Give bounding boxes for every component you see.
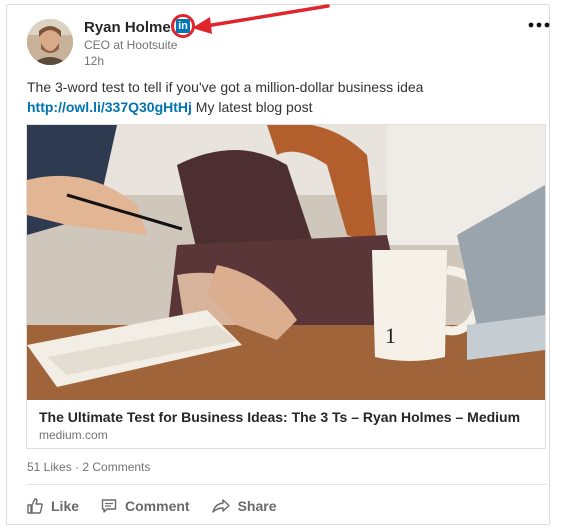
author-headline: CEO at Hootsuite — [84, 38, 178, 52]
share-icon — [211, 499, 230, 513]
share-button[interactable]: Share — [211, 498, 277, 514]
feed-post-card: Ryan Holmes in CEO at Hootsuite 12h The … — [6, 4, 550, 525]
comment-button[interactable]: Comment — [101, 498, 190, 514]
author-name[interactable]: Ryan Holmes — [84, 19, 179, 36]
more-options-icon[interactable] — [527, 15, 551, 35]
article-preview[interactable]: 1 The Ultimate Test for Business Ideas: … — [26, 124, 546, 449]
share-label: Share — [237, 498, 277, 514]
article-title[interactable]: The Ultimate Test for Business Ideas: Th… — [39, 409, 520, 425]
avatar[interactable] — [27, 19, 73, 65]
social-counts[interactable]: 51 Likes · 2 Comments — [27, 460, 150, 474]
post-timestamp: 12h — [84, 54, 105, 68]
post-link-line: http://owl.li/337Q30gHtHj My latest blog… — [27, 99, 313, 115]
article-source: medium.com — [39, 428, 108, 442]
comment-icon — [101, 499, 117, 513]
actions-divider — [27, 484, 547, 485]
like-button[interactable]: Like — [27, 498, 79, 514]
avatar-photo — [27, 19, 73, 65]
thumbs-up-icon — [27, 498, 43, 514]
social-actions-bar: Like Comment Share — [27, 495, 299, 517]
post-text: The 3-word test to tell if you've got a … — [27, 79, 424, 95]
comment-label: Comment — [125, 498, 190, 514]
annotation-arrow-icon — [192, 4, 330, 34]
like-label: Like — [51, 498, 80, 514]
post-link-suffix: My latest blog post — [195, 99, 313, 115]
post-link[interactable]: http://owl.li/337Q30gHtHj — [27, 99, 192, 115]
article-image: 1 — [27, 125, 545, 400]
mug-number: 1 — [385, 323, 396, 348]
